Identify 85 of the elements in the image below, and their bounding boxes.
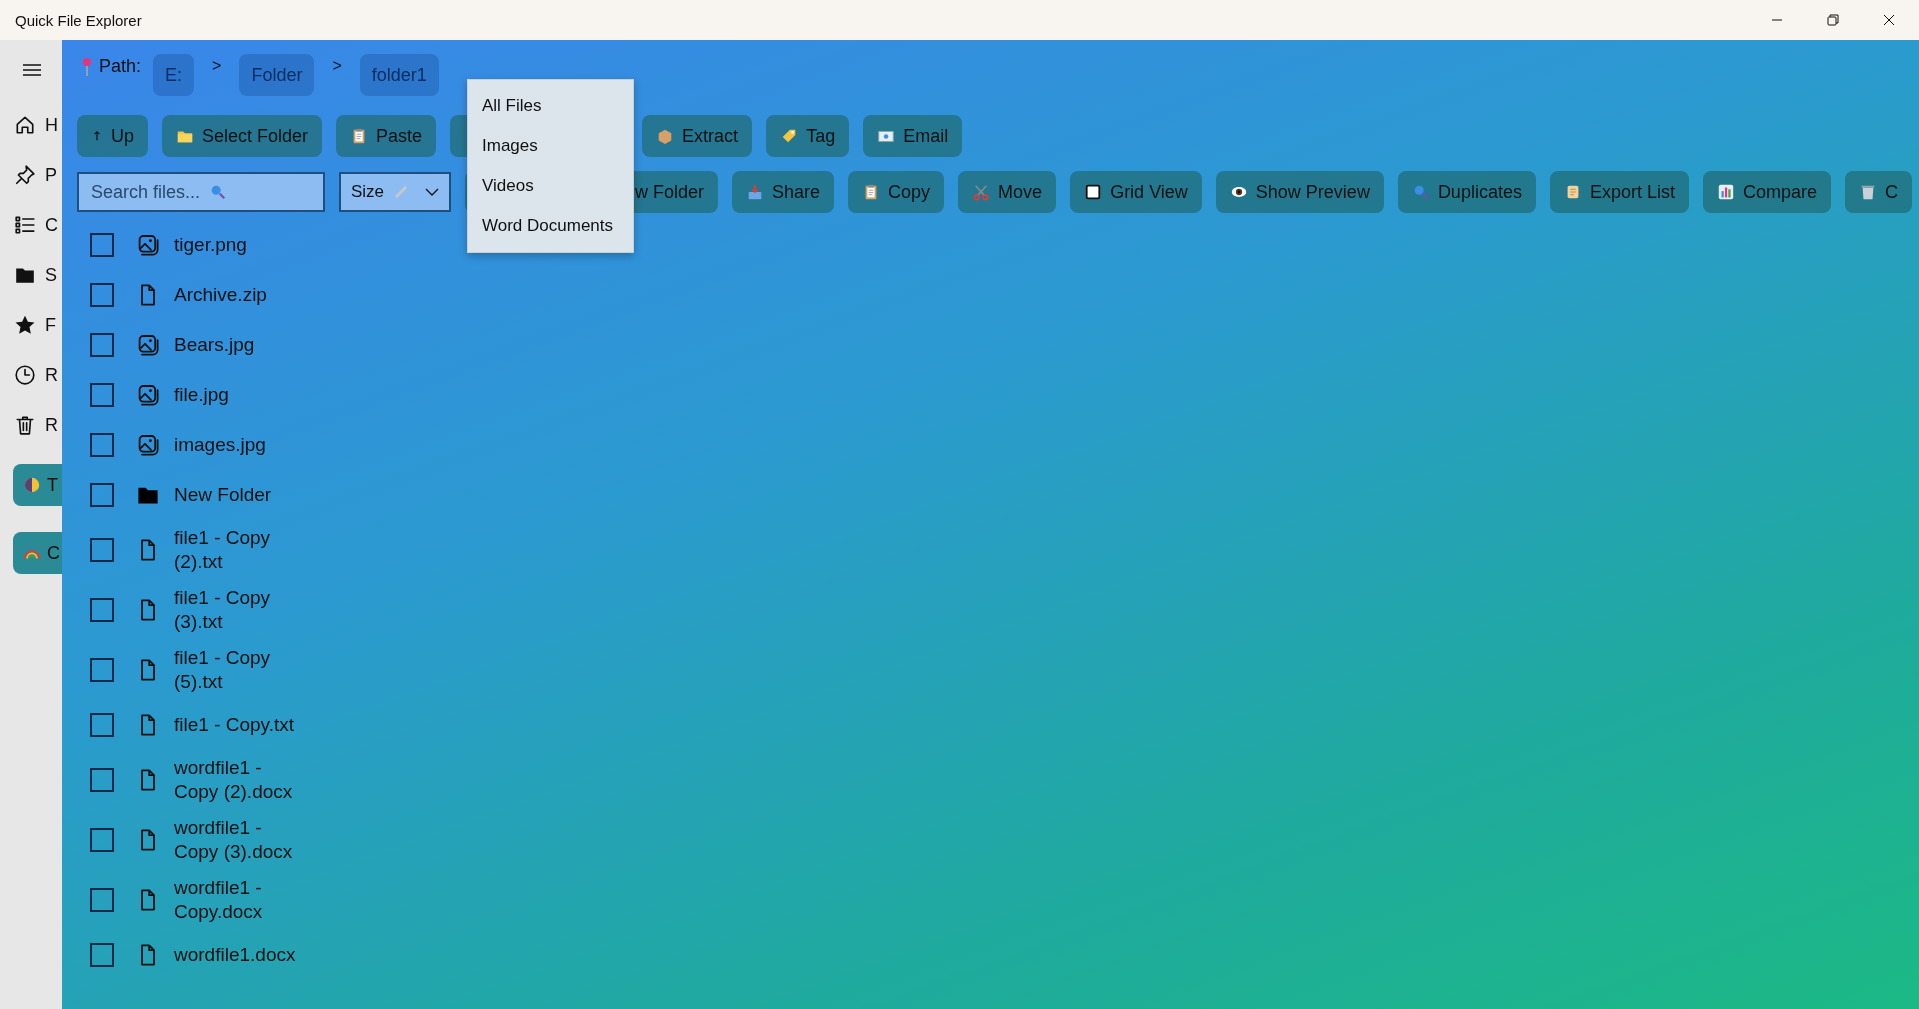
image-icon <box>136 433 160 457</box>
half-moon-icon <box>23 476 41 494</box>
checkbox[interactable] <box>90 283 114 307</box>
sort-dropdown[interactable]: Size <box>339 172 451 212</box>
bar-chart-icon <box>1716 183 1735 201</box>
nav-label[interactable]: S <box>45 264 57 286</box>
scissors-icon <box>972 183 991 201</box>
home-icon <box>14 114 36 136</box>
file-name[interactable]: file.jpg <box>174 383 308 407</box>
toolbar-button[interactable]: Email <box>863 115 963 157</box>
nav-label[interactable]: R <box>45 414 58 436</box>
restore-icon[interactable] <box>1827 14 1839 26</box>
toolbar-button[interactable]: Move <box>958 171 1057 213</box>
file-name[interactable]: file1 - Copy (3).txt <box>174 586 308 634</box>
file-name[interactable]: file1 - Copy (5).txt <box>174 646 308 694</box>
file-name[interactable]: wordfile1 - Copy (2).docx <box>174 756 308 804</box>
chevron-down-icon <box>425 187 439 197</box>
pin-icon <box>14 164 36 186</box>
checkbox[interactable] <box>90 713 114 737</box>
menu-item[interactable]: Videos <box>468 166 633 206</box>
checkbox[interactable] <box>90 433 114 457</box>
toolbar-button[interactable]: Export List <box>1549 171 1689 213</box>
toolbar-button[interactable]: Extract <box>642 115 753 157</box>
file-name[interactable]: New Folder <box>174 483 308 507</box>
checkbox[interactable] <box>90 888 114 912</box>
checkbox[interactable] <box>90 658 114 682</box>
file-name[interactable]: tiger.png <box>174 233 308 257</box>
path-separator: > <box>332 57 342 75</box>
toolbar-button[interactable]: Compare <box>1702 171 1831 213</box>
toolbar-button[interactable]: Paste <box>336 115 437 157</box>
nav-label[interactable]: P <box>45 164 57 186</box>
menu-item[interactable]: Images <box>468 126 633 166</box>
trash-icon <box>1859 183 1877 201</box>
file-name[interactable]: Archive.zip <box>174 283 308 307</box>
toolbar-button[interactable]: Copy <box>848 171 945 213</box>
toolbar-button[interactable]: Duplicates <box>1397 171 1536 213</box>
path-label: Path: <box>99 56 142 77</box>
clock-icon <box>14 364 36 386</box>
magnifier-icon <box>209 183 227 201</box>
file-name[interactable]: wordfile1 - Copy.docx <box>174 876 308 924</box>
toolbar-button[interactable]: C <box>1845 171 1912 213</box>
file-name[interactable]: wordfile1 - Copy (3).docx <box>174 816 308 864</box>
star-icon <box>14 314 36 336</box>
checkbox[interactable] <box>90 598 114 622</box>
image-icon <box>136 333 160 357</box>
file-name[interactable]: file1 - Copy (2).txt <box>174 526 308 574</box>
pin-icon <box>81 57 93 77</box>
checkbox[interactable] <box>90 483 114 507</box>
file-name[interactable]: Bears.jpg <box>174 333 308 357</box>
square-icon <box>1084 183 1103 201</box>
window-title: Quick File Explorer <box>15 11 142 29</box>
checkbox[interactable] <box>90 383 114 407</box>
toolbar-button[interactable]: Select Folder <box>162 115 323 157</box>
checkbox[interactable] <box>90 828 114 852</box>
nav-label[interactable]: H <box>45 114 58 136</box>
toolbar-button[interactable]: Grid View <box>1070 171 1202 213</box>
toolbar-button[interactable]: Tag <box>766 115 850 157</box>
file-name[interactable]: wordfile1.docx <box>174 943 308 967</box>
path-separator: > <box>212 57 222 75</box>
image-icon <box>136 233 160 257</box>
menu-icon[interactable] <box>23 64 41 76</box>
breadcrumb-chip[interactable]: Folder <box>239 54 315 96</box>
checkbox[interactable] <box>90 768 114 792</box>
nav-label[interactable]: R <box>45 364 58 386</box>
search-field[interactable]: Search files... <box>77 172 325 212</box>
sidebar-button[interactable]: C <box>13 532 62 574</box>
toolbar-button[interactable]: Share <box>732 171 835 213</box>
file-name[interactable]: file1 - Copy.txt <box>174 713 308 737</box>
checkbox[interactable] <box>90 538 114 562</box>
file-name[interactable]: images.jpg <box>174 433 308 457</box>
close-icon[interactable] <box>1883 14 1895 26</box>
image-icon <box>136 383 160 407</box>
toolbar-button[interactable]: Show Preview <box>1215 171 1384 213</box>
toolbar-button[interactable]: Up <box>77 115 148 157</box>
checkbox[interactable] <box>90 233 114 257</box>
breadcrumb-chip[interactable]: folder1 <box>359 54 439 96</box>
menu-item[interactable]: All Files <box>468 86 633 126</box>
nav-label[interactable]: C <box>45 214 58 236</box>
checkbox[interactable] <box>90 943 114 967</box>
sidebar-button[interactable]: T <box>13 464 62 506</box>
trash-icon <box>14 414 36 436</box>
list-icon <box>14 214 36 236</box>
nav-label[interactable]: F <box>45 314 56 336</box>
checkbox[interactable] <box>90 333 114 357</box>
menu-item[interactable]: Word Documents <box>468 206 633 246</box>
